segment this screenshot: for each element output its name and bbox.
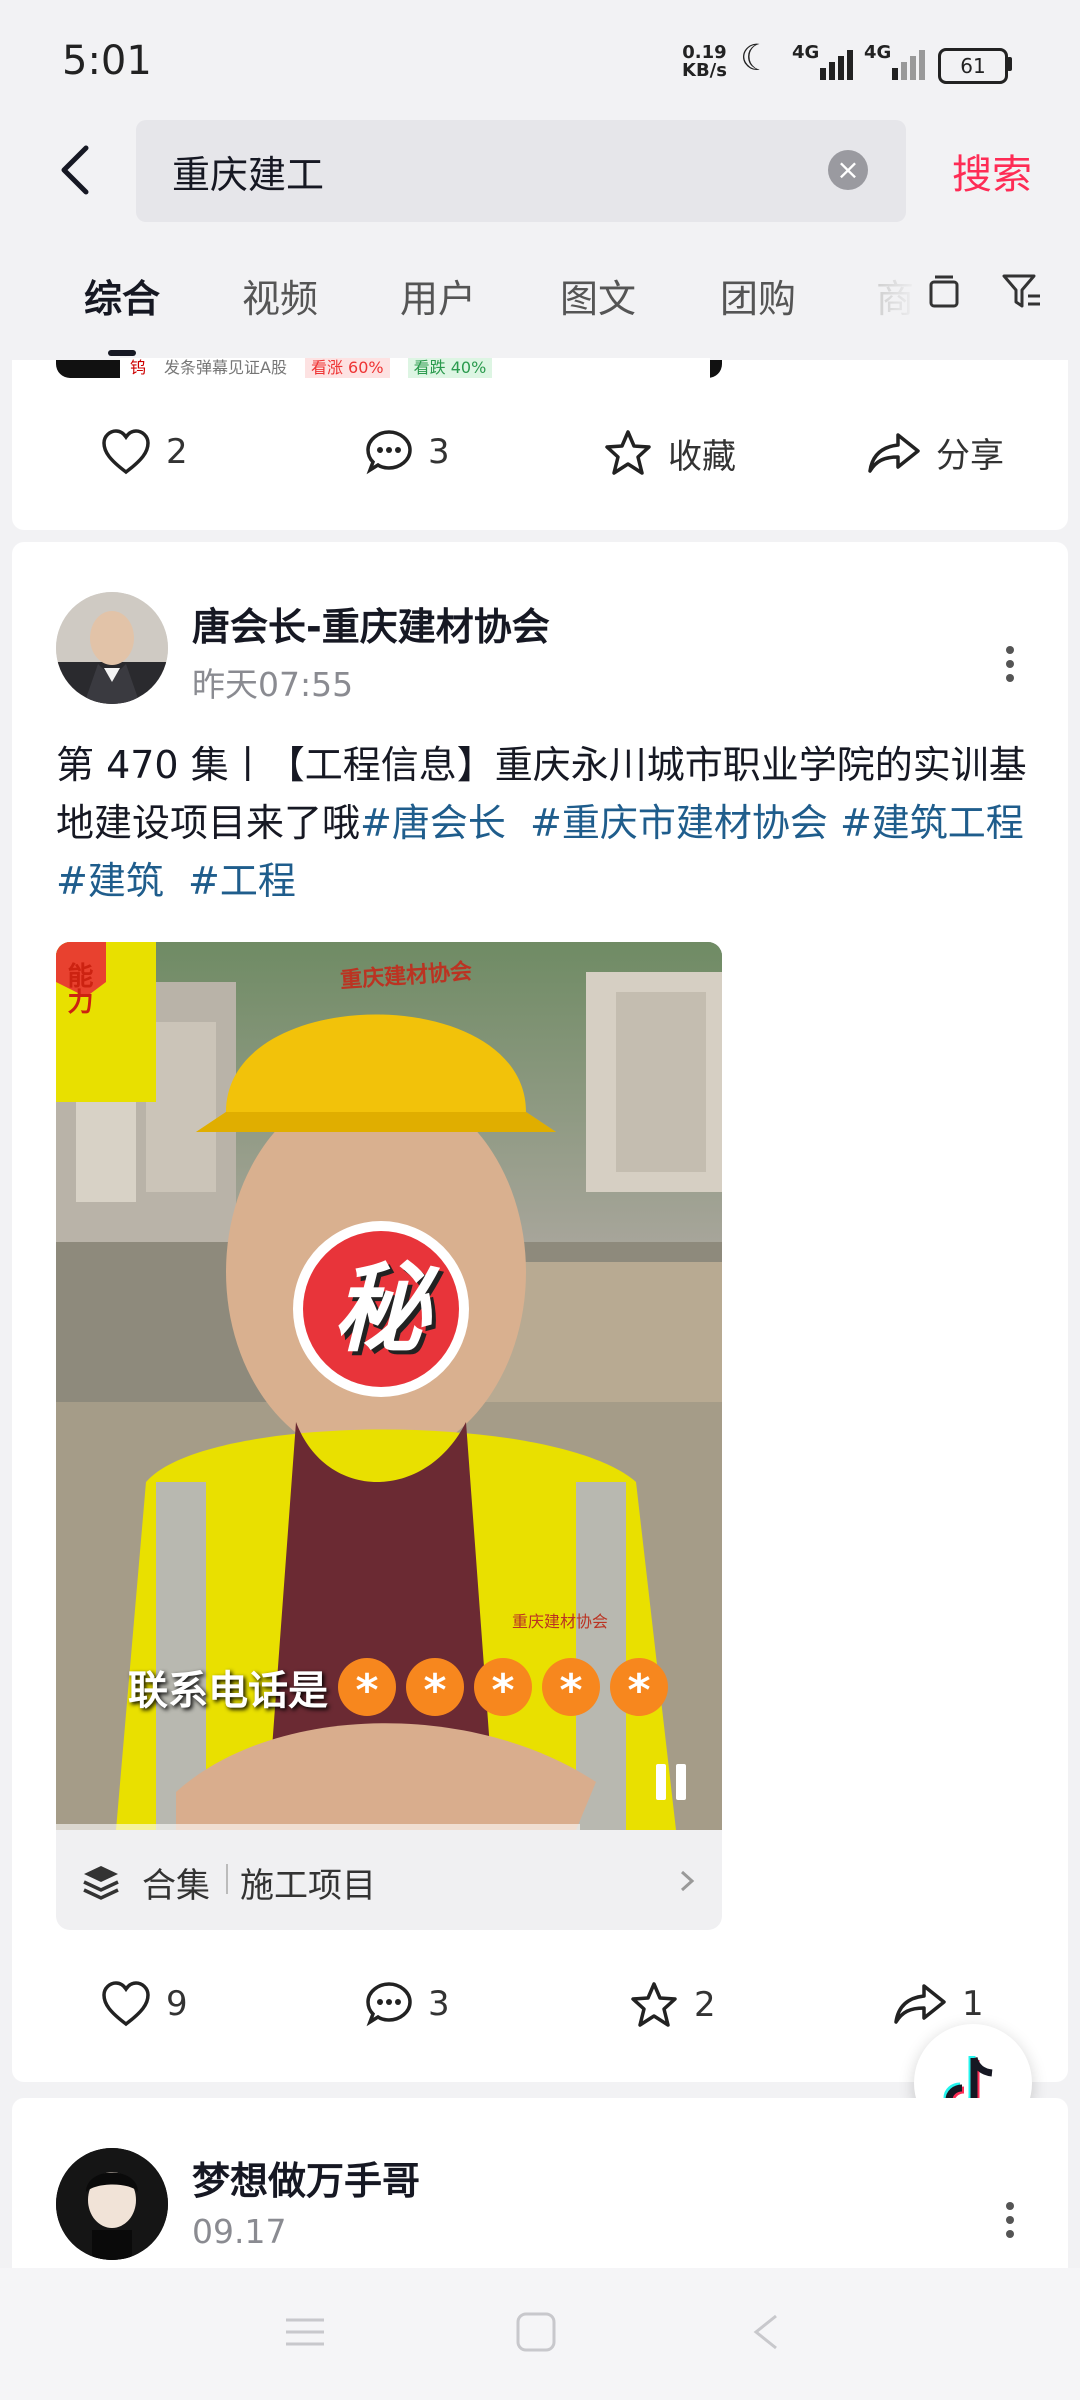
search-query[interactable]: 重庆建工 — [172, 144, 324, 199]
avatar[interactable] — [56, 2148, 168, 2260]
masked-digit: * — [338, 1658, 396, 1716]
hashtag[interactable]: #唐会长 — [360, 801, 506, 845]
hashtag[interactable]: #工程 — [188, 859, 296, 903]
masked-digit: * — [610, 1658, 668, 1716]
tab-image-text[interactable]: 图文 — [560, 268, 636, 323]
layers-icon — [83, 1866, 119, 1900]
pause-icon[interactable] — [652, 1760, 692, 1804]
battery-tip — [1007, 57, 1012, 71]
active-tab-indicator — [108, 350, 136, 356]
star-icon — [605, 430, 651, 475]
masked-digit: * — [542, 1658, 600, 1716]
menu-icon[interactable] — [282, 2312, 328, 2352]
tab-group-buy[interactable]: 团购 — [720, 268, 796, 323]
post-time: 09.17 — [192, 2212, 287, 2251]
post-time: 昨天07:55 — [192, 665, 354, 704]
share-button[interactable]: 1 — [892, 1980, 984, 2028]
masked-digit: * — [474, 1658, 532, 1716]
clear-icon[interactable]: × — [828, 150, 868, 190]
post-description: 第 470 集丨【工程信息】重庆永川城市职业学院的实训基地建设项目来了哦#唐会长… — [56, 743, 1027, 903]
favorite-button[interactable]: 2 — [628, 1980, 716, 2030]
back-nav-icon[interactable] — [748, 2310, 784, 2354]
heart-icon — [102, 429, 150, 475]
window-icon[interactable] — [924, 272, 964, 312]
net-speed: 0.19 KB/s — [682, 42, 727, 81]
tab-video[interactable]: 视频 — [242, 268, 318, 323]
like-button[interactable]: 2 — [100, 428, 188, 476]
search-button[interactable]: 搜索 — [952, 142, 1032, 200]
status-time: 5:01 — [62, 38, 152, 84]
hashtag[interactable]: #重庆市建材协会 — [530, 801, 828, 845]
author-name[interactable]: 梦想做万手哥 — [192, 2150, 420, 2205]
share-icon — [894, 1984, 946, 2024]
collection-divider — [226, 1864, 228, 1894]
star-icon — [631, 1982, 677, 2027]
tab-users[interactable]: 用户 — [400, 268, 476, 323]
avatar[interactable] — [56, 592, 168, 704]
hashtag[interactable]: #建筑工程 — [840, 801, 1024, 845]
hashtag[interactable]: #建筑 — [56, 859, 164, 903]
more-options-icon[interactable] — [998, 640, 1022, 688]
share-button[interactable]: 分享 — [866, 428, 1004, 477]
filter-icon[interactable] — [1000, 270, 1046, 314]
avatar-image — [56, 592, 168, 704]
favorite-button[interactable]: 收藏 — [602, 428, 736, 478]
masked-digit: * — [406, 1658, 464, 1716]
avatar-image — [56, 2148, 168, 2260]
video-corner-text: 能力 — [63, 962, 93, 1014]
author-name[interactable]: 唐会长-重庆建材协会 — [192, 596, 550, 651]
share-icon — [868, 432, 920, 473]
video-caption: 联系电话是 * * * * * — [128, 1658, 668, 1716]
home-icon[interactable] — [514, 2310, 558, 2354]
heart-icon — [102, 1981, 150, 2027]
comment-button[interactable]: 3 — [364, 428, 450, 476]
comment-icon — [366, 430, 412, 475]
comment-button[interactable]: 3 — [364, 1980, 450, 2028]
danmaku-banner: 钨 发条弹幕见证A股 看涨 60% 看跌 40% — [120, 358, 710, 378]
like-button[interactable]: 9 — [100, 1980, 188, 2028]
chevron-right-icon — [680, 1870, 695, 1892]
more-options-icon[interactable] — [998, 2196, 1022, 2244]
tab-comprehensive[interactable]: 综合 — [84, 268, 160, 323]
collection-name: 施工项目 — [240, 1866, 376, 1906]
collection-label: 合集 — [142, 1866, 210, 1906]
comment-icon — [366, 1982, 412, 2027]
signal-bars-icon-2 — [892, 50, 925, 80]
vest-logo-text: 重庆建材协会 — [512, 1612, 609, 1631]
battery-icon: 61 — [938, 48, 1008, 84]
next-post-card — [12, 2098, 1068, 2268]
signal-bars-icon — [820, 50, 853, 80]
back-arrow-icon[interactable] — [52, 140, 102, 200]
moon-icon: ☾ — [740, 38, 773, 79]
sticker-text: 秘 — [333, 1253, 429, 1365]
